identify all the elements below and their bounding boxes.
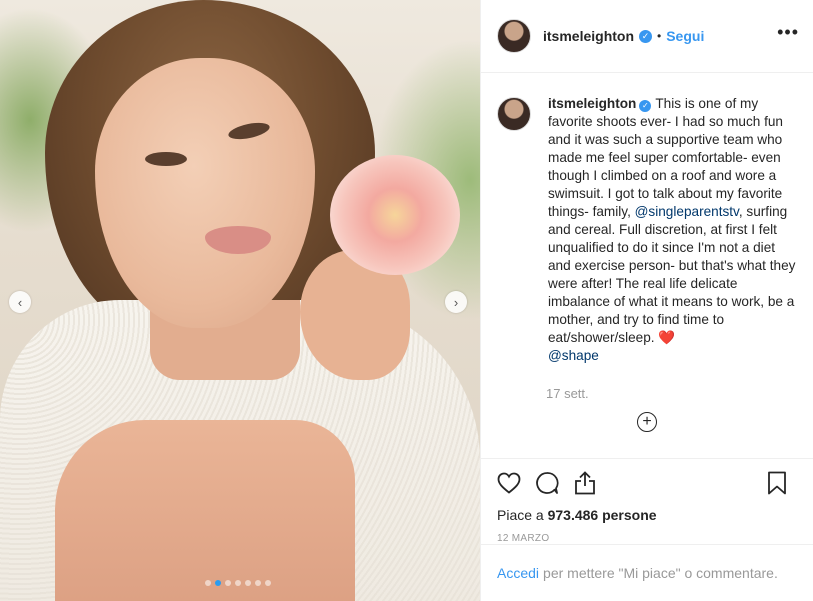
post-header: itsmeleighton ✓ • Segui ••• bbox=[481, 0, 813, 73]
post-sidebar: itsmeleighton ✓ • Segui ••• itsmeleighto… bbox=[480, 0, 813, 601]
follow-button[interactable]: Segui bbox=[666, 28, 704, 44]
photo-flower bbox=[330, 155, 460, 275]
carousel-dot bbox=[205, 580, 211, 586]
action-bar bbox=[481, 458, 813, 507]
red-heart-emoji: ❤️ bbox=[658, 330, 676, 345]
caption-verified-icon: ✓ bbox=[639, 100, 652, 112]
instagram-post: ‹ › itsmeleighton ✓ • Segui ••• itsmelei… bbox=[0, 0, 813, 601]
separator: • bbox=[657, 29, 662, 43]
carousel-dot bbox=[235, 580, 241, 586]
comment-icon[interactable] bbox=[533, 469, 561, 497]
avatar[interactable] bbox=[497, 19, 531, 53]
login-link[interactable]: Accedi bbox=[497, 565, 539, 581]
carousel-next-button[interactable]: › bbox=[445, 291, 467, 313]
share-icon[interactable] bbox=[571, 469, 599, 497]
photo-eye-left bbox=[145, 152, 187, 166]
likes-prefix: Piace a bbox=[497, 507, 548, 523]
mention-link[interactable]: @singleparentstv bbox=[635, 204, 739, 219]
heart-icon[interactable] bbox=[495, 469, 523, 497]
comments-area[interactable]: itsmeleighton ✓ This is one of my favorite… bbox=[481, 73, 813, 458]
caption-username[interactable]: itsmeleighton bbox=[548, 96, 636, 111]
likes-count[interactable]: Piace a 973.486 persone bbox=[481, 505, 813, 525]
more-options-button[interactable]: ••• bbox=[777, 22, 799, 43]
carousel-dot bbox=[255, 580, 261, 586]
carousel-prev-button[interactable]: ‹ bbox=[9, 291, 31, 313]
shape-mention-link[interactable]: @shape bbox=[548, 348, 599, 363]
caption-row: itsmeleighton ✓ This is one of my favorite… bbox=[497, 95, 797, 365]
caption-avatar[interactable] bbox=[497, 97, 531, 131]
likes-number[interactable]: 973.486 persone bbox=[548, 507, 657, 523]
photo-arm bbox=[55, 420, 355, 601]
plus-circle-icon[interactable]: + bbox=[637, 412, 657, 432]
caption-text-1: This is one of my favorite shoots ever- … bbox=[548, 96, 783, 219]
login-prompt: Accedi per mettere "Mi piace" o commenta… bbox=[481, 544, 813, 601]
carousel-dot bbox=[245, 580, 251, 586]
carousel-dot bbox=[215, 580, 221, 586]
carousel-dot bbox=[225, 580, 231, 586]
carousel-dot bbox=[265, 580, 271, 586]
post-date[interactable]: 12 MARZO bbox=[481, 533, 813, 544]
verified-icon: ✓ bbox=[639, 29, 653, 43]
caption: itsmeleighton ✓ This is one of my favorite… bbox=[548, 95, 797, 365]
caption-text-2: , surfing and cereal. Full discretion, a… bbox=[548, 204, 796, 345]
username-link[interactable]: itsmeleighton bbox=[543, 28, 634, 44]
caption-time: 17 sett. bbox=[546, 386, 589, 401]
carousel-indicator bbox=[205, 580, 271, 586]
bookmark-icon[interactable] bbox=[763, 469, 791, 497]
login-prompt-text: per mettere "Mi piace" o commentare. bbox=[543, 565, 778, 581]
post-photo[interactable]: ‹ › bbox=[0, 0, 480, 601]
